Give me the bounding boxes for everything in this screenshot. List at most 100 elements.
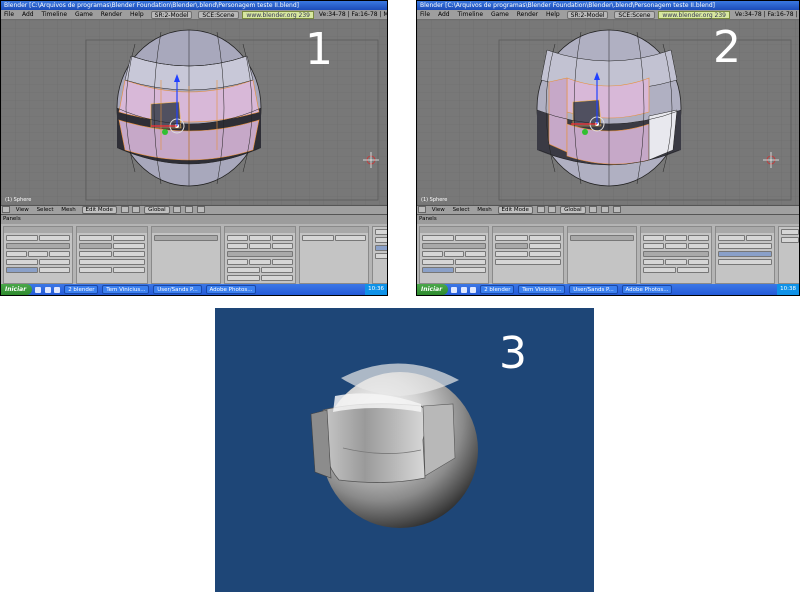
- taskbar-item[interactable]: Tem Vinicius...: [102, 285, 150, 294]
- mesh-panel: [492, 226, 564, 284]
- buttons-window-header: Panels: [417, 215, 799, 224]
- vertex-select-icon[interactable]: [173, 206, 182, 213]
- orientation-selector[interactable]: Global: [560, 206, 586, 214]
- menu-timeline[interactable]: Timeline: [39, 10, 71, 19]
- screenshot-panel-1: Blender [C:\Arquivos de programas\Blende…: [0, 0, 388, 296]
- screen-selector[interactable]: SR:2-Model: [150, 10, 193, 19]
- quicklaunch-icon[interactable]: [470, 286, 477, 293]
- view-menu[interactable]: View: [429, 206, 448, 214]
- mode-selector[interactable]: Edit Mode: [497, 206, 533, 214]
- viewport-scene: [417, 20, 799, 205]
- menu-game[interactable]: Game: [72, 10, 96, 19]
- quicklaunch-icon[interactable]: [54, 286, 61, 293]
- orientation-selector[interactable]: Global: [144, 206, 170, 214]
- window-title: Blender [C:\Arquivos de programas\Blende…: [420, 2, 715, 9]
- start-button[interactable]: Iniciar: [1, 284, 33, 295]
- system-tray-clock: 10:36: [365, 284, 387, 295]
- object-label: (1) Sphere: [5, 197, 32, 203]
- select-menu[interactable]: Select: [450, 206, 473, 214]
- taskbar-item[interactable]: Adobe Photos...: [205, 285, 257, 294]
- scene-selector[interactable]: SCE:Scene: [614, 10, 655, 19]
- menu-game[interactable]: Game: [488, 10, 512, 19]
- editor-type-icon[interactable]: [418, 206, 426, 213]
- menu-add[interactable]: Add: [19, 10, 37, 19]
- menu-render[interactable]: Render: [98, 10, 125, 19]
- system-tray-clock: 10:38: [777, 284, 799, 295]
- object-label: (1) Sphere: [421, 197, 448, 203]
- edge-select-icon[interactable]: [185, 206, 194, 213]
- window-title-bar: Blender [C:\Arquivos de programas\Blende…: [417, 1, 799, 10]
- panels-label[interactable]: Panels: [419, 216, 437, 222]
- stats-text: Ve:34-78 | Fa:16-78 | Mem:12.88M Sphere: [734, 11, 799, 18]
- mesh-menu[interactable]: Mesh: [58, 206, 78, 214]
- menu-help[interactable]: Help: [127, 10, 147, 19]
- multires-panel: [567, 226, 637, 284]
- windows-taskbar: Iniciar 2 blender Tem Vinicius... User/S…: [1, 284, 387, 295]
- sphere-mesh: [536, 29, 682, 187]
- 3d-viewport[interactable]: 1 (1) Sphere: [1, 20, 387, 205]
- editor-type-icon[interactable]: [2, 206, 10, 213]
- modifiers-panel: [715, 226, 775, 284]
- panels-label[interactable]: Panels: [3, 216, 21, 222]
- step-number: 2: [713, 22, 741, 73]
- taskbar-item[interactable]: User/Sands P...: [569, 285, 618, 294]
- window-title: Blender [C:\Arquivos de programas\Blende…: [4, 2, 299, 9]
- screenshot-panel-2: Blender [C:\Arquivos de programas\Blende…: [416, 0, 800, 296]
- draw-type-icon[interactable]: [120, 206, 129, 213]
- scene-selector[interactable]: SCE:Scene: [198, 10, 239, 19]
- side-panel: [372, 226, 387, 284]
- blender-url: www.blender.org 239: [242, 10, 314, 19]
- mesh-menu[interactable]: Mesh: [474, 206, 494, 214]
- pivot-icon[interactable]: [548, 206, 557, 213]
- select-menu[interactable]: Select: [34, 206, 57, 214]
- modifiers-panel: [299, 226, 369, 284]
- vertex-select-icon[interactable]: [589, 206, 598, 213]
- screen-selector[interactable]: SR:2-Model: [566, 10, 609, 19]
- quicklaunch-icon[interactable]: [44, 286, 51, 293]
- taskbar-item[interactable]: 2 blender: [64, 285, 99, 294]
- face-select-icon[interactable]: [612, 206, 621, 213]
- start-button[interactable]: Iniciar: [417, 284, 449, 295]
- buttons-window: [1, 224, 387, 286]
- face-select-icon[interactable]: [196, 206, 205, 213]
- quicklaunch-icon[interactable]: [34, 286, 41, 293]
- menu-file[interactable]: File: [417, 10, 433, 19]
- link-materials-panel: [3, 226, 73, 284]
- mesh-tools-panel: [224, 226, 296, 284]
- menu-help[interactable]: Help: [543, 10, 563, 19]
- taskbar-item[interactable]: User/Sands P...: [153, 285, 202, 294]
- menu-render[interactable]: Render: [514, 10, 541, 19]
- windows-taskbar: Iniciar 2 blender Tem Vinicius... User/S…: [417, 284, 799, 295]
- render-output-panel: 3: [215, 308, 594, 592]
- window-title-bar: Blender [C:\Arquivos de programas\Blende…: [1, 1, 387, 10]
- viewport-header: View Select Mesh Edit Mode Global: [1, 205, 387, 215]
- taskbar-item[interactable]: Tem Vinicius...: [518, 285, 566, 294]
- step-number: 3: [499, 328, 527, 379]
- link-materials-panel: [419, 226, 489, 284]
- taskbar-item[interactable]: Adobe Photos...: [621, 285, 673, 294]
- mode-selector[interactable]: Edit Mode: [81, 206, 117, 214]
- stats-text: Ve:34-78 | Fa:16-78 | Mem:12.88M Sphere: [318, 11, 387, 18]
- mesh-panel: [76, 226, 148, 284]
- step-number: 1: [305, 24, 333, 75]
- pivot-icon[interactable]: [132, 206, 141, 213]
- taskbar-item[interactable]: 2 blender: [480, 285, 515, 294]
- multires-panel: [151, 226, 221, 284]
- edge-select-icon[interactable]: [601, 206, 610, 213]
- menu-add[interactable]: Add: [435, 10, 453, 19]
- menu-file[interactable]: File: [1, 10, 17, 19]
- 3d-viewport[interactable]: 2 (1) Sphere: [417, 20, 799, 205]
- view-menu[interactable]: View: [13, 206, 32, 214]
- blender-url: www.blender.org 239: [658, 10, 730, 19]
- side-panel: [778, 226, 799, 284]
- quicklaunch-icon[interactable]: [460, 286, 467, 293]
- draw-type-icon[interactable]: [536, 206, 545, 213]
- quicklaunch-icon[interactable]: [450, 286, 457, 293]
- menu-timeline[interactable]: Timeline: [455, 10, 487, 19]
- sphere-mesh: [116, 29, 262, 187]
- mesh-tools-panel: [640, 226, 712, 284]
- buttons-window: [417, 224, 799, 286]
- rendered-sphere: [310, 363, 478, 528]
- menu-bar: File Add Timeline Game Render Help SR:2-…: [1, 10, 387, 20]
- buttons-window-header: Panels: [1, 215, 387, 224]
